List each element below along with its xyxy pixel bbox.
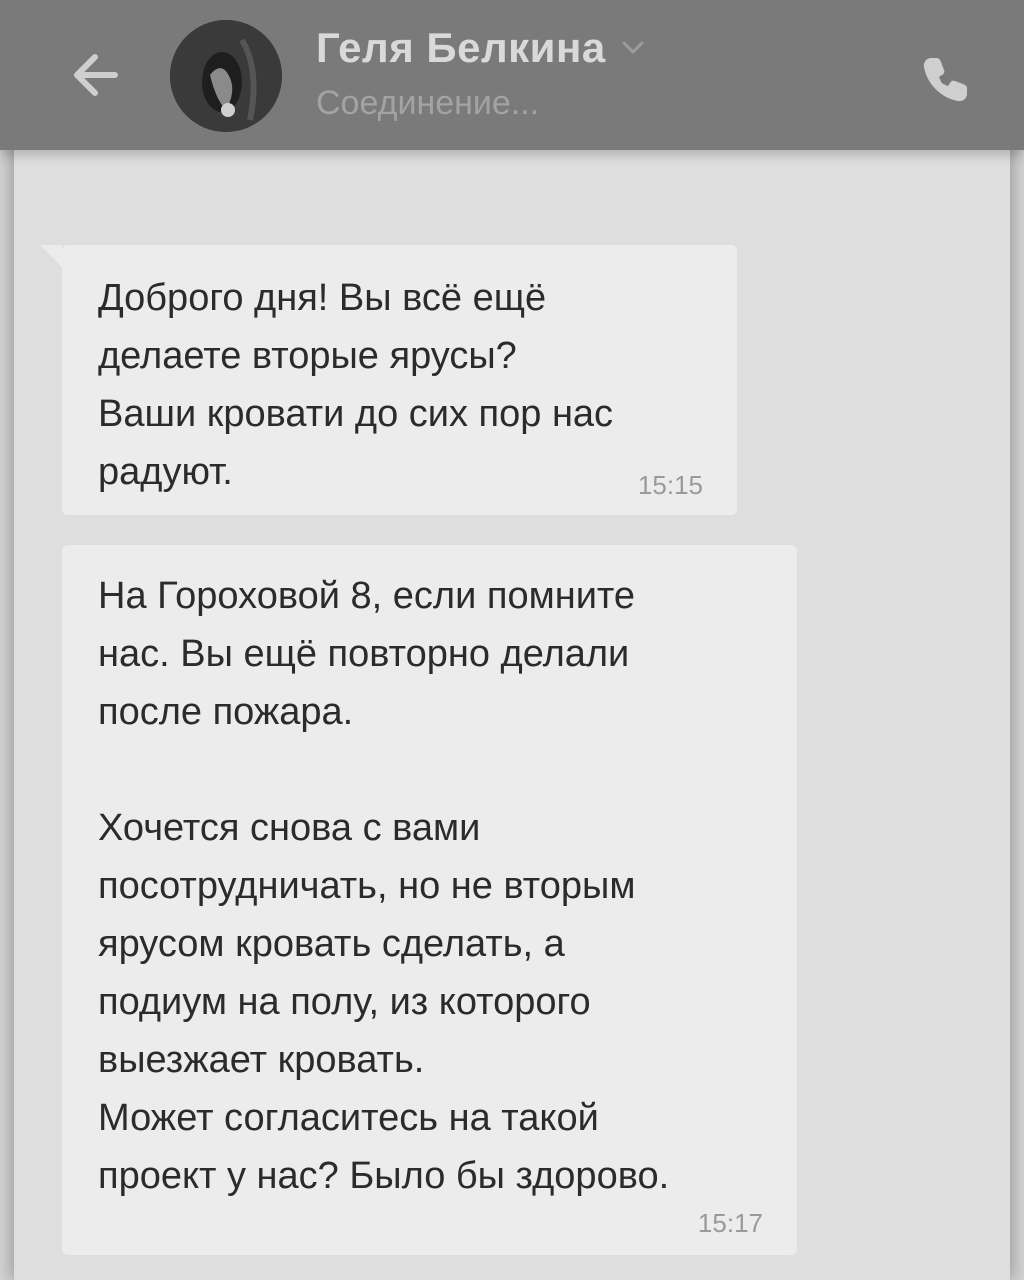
arrow-left-icon <box>74 54 118 96</box>
avatar-image <box>170 20 282 132</box>
connection-status: Соединение... <box>316 84 540 122</box>
message-text-line: Доброго дня! Вы всё ещё <box>98 277 547 319</box>
message-text-line: радуют. <box>98 451 233 493</box>
message-bubble[interactable]: На Гороховой 8, если помните нас. Вы ещё… <box>62 545 797 1255</box>
chat-header: Геля Белкина Соединение... <box>0 0 1024 150</box>
call-button[interactable] <box>905 40 985 120</box>
avatar[interactable] <box>170 20 282 132</box>
bubble-tail <box>40 245 62 267</box>
message-text-line: проект у нас? Было бы здорово. <box>98 1155 670 1197</box>
back-button[interactable] <box>60 40 130 110</box>
message-text-line: после пожара. <box>98 691 354 733</box>
message-text-line: На Гороховой 8, если помните <box>98 575 636 617</box>
phone-icon <box>923 58 967 102</box>
message-bubble[interactable]: Доброго дня! Вы всё ещё делаете вторые я… <box>40 245 737 515</box>
message-time: 15:15 <box>637 470 703 500</box>
message-time: 15:17 <box>697 1208 763 1238</box>
message-text-line: ярусом кровать сделать, а <box>98 923 565 965</box>
message-text-line: Может согласитесь на такой <box>98 1097 599 1139</box>
message-text-line: Хочется снова с вами <box>98 807 481 849</box>
message-text-line: делаете вторые ярусы? <box>98 335 517 377</box>
message-text-line: Ваши кровати до сих пор нас <box>98 393 614 435</box>
contact-name[interactable]: Геля Белкина <box>316 24 646 72</box>
message-text-line: нас. Вы ещё повторно делали <box>98 633 630 675</box>
chevron-down-icon <box>622 41 644 55</box>
contact-name-label: Геля Белкина <box>316 24 606 71</box>
message-text-line: посотрудничать, но не вторым <box>98 865 636 907</box>
message-text-line: подиум на полу, из которого <box>98 981 591 1023</box>
message-text-line: выезжает кровать. <box>98 1039 425 1081</box>
